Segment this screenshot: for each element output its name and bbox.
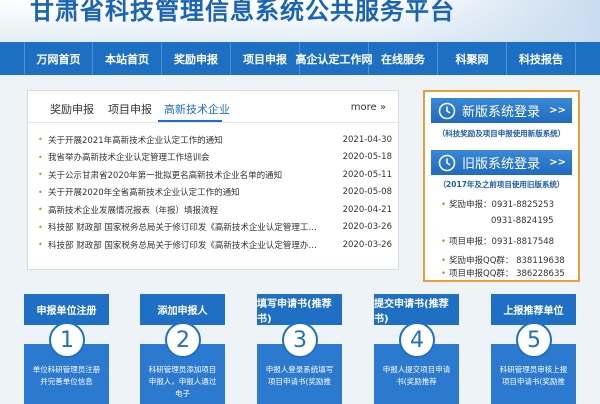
system-login-panel: 新版系统登录 >> （科技奖励及项目申报使用新版系统） 旧版系统登录 >> （2… (423, 90, 580, 282)
contact-label: 奖励申报QQ群： (449, 256, 514, 266)
news-panel: 奖励申报 项目申报 高新技术企业 more » • 关于开展2021年高新技术企业… (27, 90, 400, 270)
step-fill-application[interactable]: 填写申请书(推荐书) 3 申报人登录系统填写项目申请书(奖励推 (257, 294, 342, 404)
step-title: 提交申请书(推荐书) (374, 294, 459, 325)
nav-item-project-application[interactable]: 项目申报 (231, 42, 300, 75)
step-number: 1 (49, 322, 85, 358)
news-title[interactable]: 科技部 财政部 国家税务总局关于修订印发《高新技术企业认定管理工… (48, 221, 318, 233)
bullet-icon: • (38, 152, 43, 162)
more-link[interactable]: more » (351, 102, 386, 113)
news-date: 2020-04-21 (342, 204, 392, 215)
application-steps: 申报单位注册 1 单位科研管理员注册并完善单位信息 添加申报人 2 科研管理员添… (0, 288, 600, 404)
contact-value: 0931-8817548 (491, 237, 555, 247)
nav-item-keju[interactable]: 科聚网 (438, 42, 507, 75)
news-title[interactable]: 我省举办高新技术企业认定管理工作培训会 (48, 151, 318, 163)
step-title: 添加申报人 (140, 294, 225, 325)
step-submit-application[interactable]: 提交申请书(推荐书) 4 申报人提交项目申请书(奖励推荐 (374, 294, 459, 404)
contact-project-phone: • 项目申报：0931-8817548 (441, 235, 554, 247)
list-item[interactable]: • 关于公示甘肃省2020年第一批拟更名高新技术企业名单的通知 2020-05-11 (38, 166, 392, 184)
contact-project-qq: • 项目申报QQ群： 386228635 (441, 267, 565, 279)
nav-item-wanwang-home[interactable]: 万网首页 (24, 42, 93, 75)
bullet-icon: • (38, 135, 43, 145)
step-number: 5 (516, 322, 552, 358)
contact-value: 0931-8824195 (491, 216, 554, 226)
contact-label: 项目申报： (449, 237, 492, 247)
nav-item-tech-report[interactable]: 科技报告 (507, 42, 576, 75)
news-date: 2021-04-30 (342, 134, 392, 145)
nav-item-online-service[interactable]: 在线服务 (369, 42, 438, 75)
new-system-login-label: 新版系统登录 (462, 105, 541, 120)
bullet-icon: • (38, 240, 43, 250)
site-title: 甘肃省科技管理信息系统公共服务平台 (30, 0, 455, 25)
old-system-note: （2017年及之前项目使用旧版系统） (438, 180, 565, 189)
news-date: 2020-03-26 (342, 222, 392, 233)
step-title: 上报推荐单位 (491, 294, 576, 325)
contact-label: 奖励申报： (449, 200, 492, 210)
new-system-login-button[interactable]: 新版系统登录 >> (431, 98, 572, 123)
site-header: 甘肃省科技管理信息系统公共服务平台 (0, 0, 600, 42)
old-system-login-button[interactable]: 旧版系统登录 >> (431, 150, 572, 175)
news-list: • 关于开展2021年高新技术企业认定工作的通知 2021-04-30 • 我省举办高… (38, 131, 392, 254)
contact-award-phone-1: • 奖励申报：0931-8825253 (441, 198, 554, 210)
tab-project-application[interactable]: 项目申报 (108, 101, 152, 117)
nav-item-award-application[interactable]: 奖励申报 (162, 42, 231, 75)
bullet-icon: • (441, 237, 447, 247)
contact-value: 386228635 (516, 269, 565, 279)
step-number: 3 (282, 322, 318, 358)
bullet-icon: • (441, 200, 447, 210)
tab-award-application[interactable]: 奖励申报 (50, 101, 94, 117)
news-title[interactable]: 关于开展2020年全省高新技术企业认定工作的通知 (48, 186, 318, 198)
bullet-icon: • (38, 170, 43, 180)
old-system-login-label: 旧版系统登录 (462, 157, 541, 172)
list-item[interactable]: • 科技部 财政部 国家税务总局关于修订印发《高新技术企业认定管理工… 2020-0… (38, 219, 392, 237)
step-number: 4 (399, 322, 435, 358)
step-add-applicant[interactable]: 添加申报人 2 科研管理员添加项目申报人，申报人通过电子 (140, 294, 225, 404)
bullet-icon: • (38, 187, 43, 197)
news-title[interactable]: 关于开展2021年高新技术企业认定工作的通知 (48, 134, 318, 146)
contact-award-qq: • 奖励申报QQ群： 838119638 (441, 254, 565, 266)
step-title: 申报单位注册 (24, 294, 109, 325)
news-date: 2020-05-11 (342, 169, 392, 180)
news-date: 2020-05-08 (342, 187, 392, 198)
step-register-unit[interactable]: 申报单位注册 1 单位科研管理员注册并完善单位信息 (24, 294, 109, 404)
bullet-icon: • (38, 205, 43, 215)
tab-hightech-enterprise[interactable]: 高新技术企业 (164, 101, 230, 117)
bullet-icon: • (441, 269, 447, 279)
list-item[interactable]: • 关于开展2021年高新技术企业认定工作的通知 2021-04-30 (38, 131, 392, 149)
step-report-recommender[interactable]: 上报推荐单位 5 科研管理员审核上报项目申请书(奖励推 (491, 294, 576, 404)
main-nav: 万网首页 本站首页 奖励申报 项目申报 高企认定工作网 在线服务 科聚网 科技报… (0, 42, 600, 75)
double-chevron-right-icon: >> (549, 157, 566, 168)
active-tab-indicator (158, 120, 222, 122)
news-title[interactable]: 高新技术企业发展情况报表（年报）填报流程 (48, 204, 318, 216)
news-title[interactable]: 科技部 财政部 国家税务总局关于修订印发《高新技术企业认定管理办… (48, 239, 318, 251)
step-title: 填写申请书(推荐书) (257, 294, 342, 325)
news-tabs: 奖励申报 项目申报 高新技术企业 more » (28, 91, 400, 123)
clock-icon (436, 100, 458, 122)
list-item[interactable]: • 我省举办高新技术企业认定管理工作培训会 2020-05-18 (38, 149, 392, 167)
nav-item-site-home[interactable]: 本站首页 (93, 42, 162, 75)
list-item[interactable]: • 科技部 财政部 国家税务总局关于修订印发《高新技术企业认定管理办… 2020-0… (38, 236, 392, 254)
new-system-note: （科技奖励及项目申报使用新版系统） (437, 129, 566, 138)
bullet-icon: • (38, 222, 43, 232)
news-date: 2020-05-18 (342, 152, 392, 163)
news-date: 2020-03-26 (342, 239, 392, 250)
news-title[interactable]: 关于公示甘肃省2020年第一批拟更名高新技术企业名单的通知 (48, 169, 318, 181)
clock-icon (436, 152, 458, 174)
contact-value: 0931-8825253 (491, 200, 555, 210)
double-chevron-right-icon: >> (549, 105, 566, 116)
bullet-icon: • (441, 256, 447, 266)
list-item[interactable]: • 高新技术企业发展情况报表（年报）填报流程 2020-04-21 (38, 201, 392, 219)
list-item[interactable]: • 关于开展2020年全省高新技术企业认定工作的通知 2020-05-08 (38, 184, 392, 202)
contact-value: 838119638 (516, 256, 565, 266)
step-number: 2 (165, 322, 201, 358)
nav-item-hightech-certification[interactable]: 高企认定工作网 (296, 42, 373, 75)
contact-award-phone-2: 0931-8824195 (491, 216, 554, 226)
contact-label: 项目申报QQ群： (449, 269, 514, 279)
